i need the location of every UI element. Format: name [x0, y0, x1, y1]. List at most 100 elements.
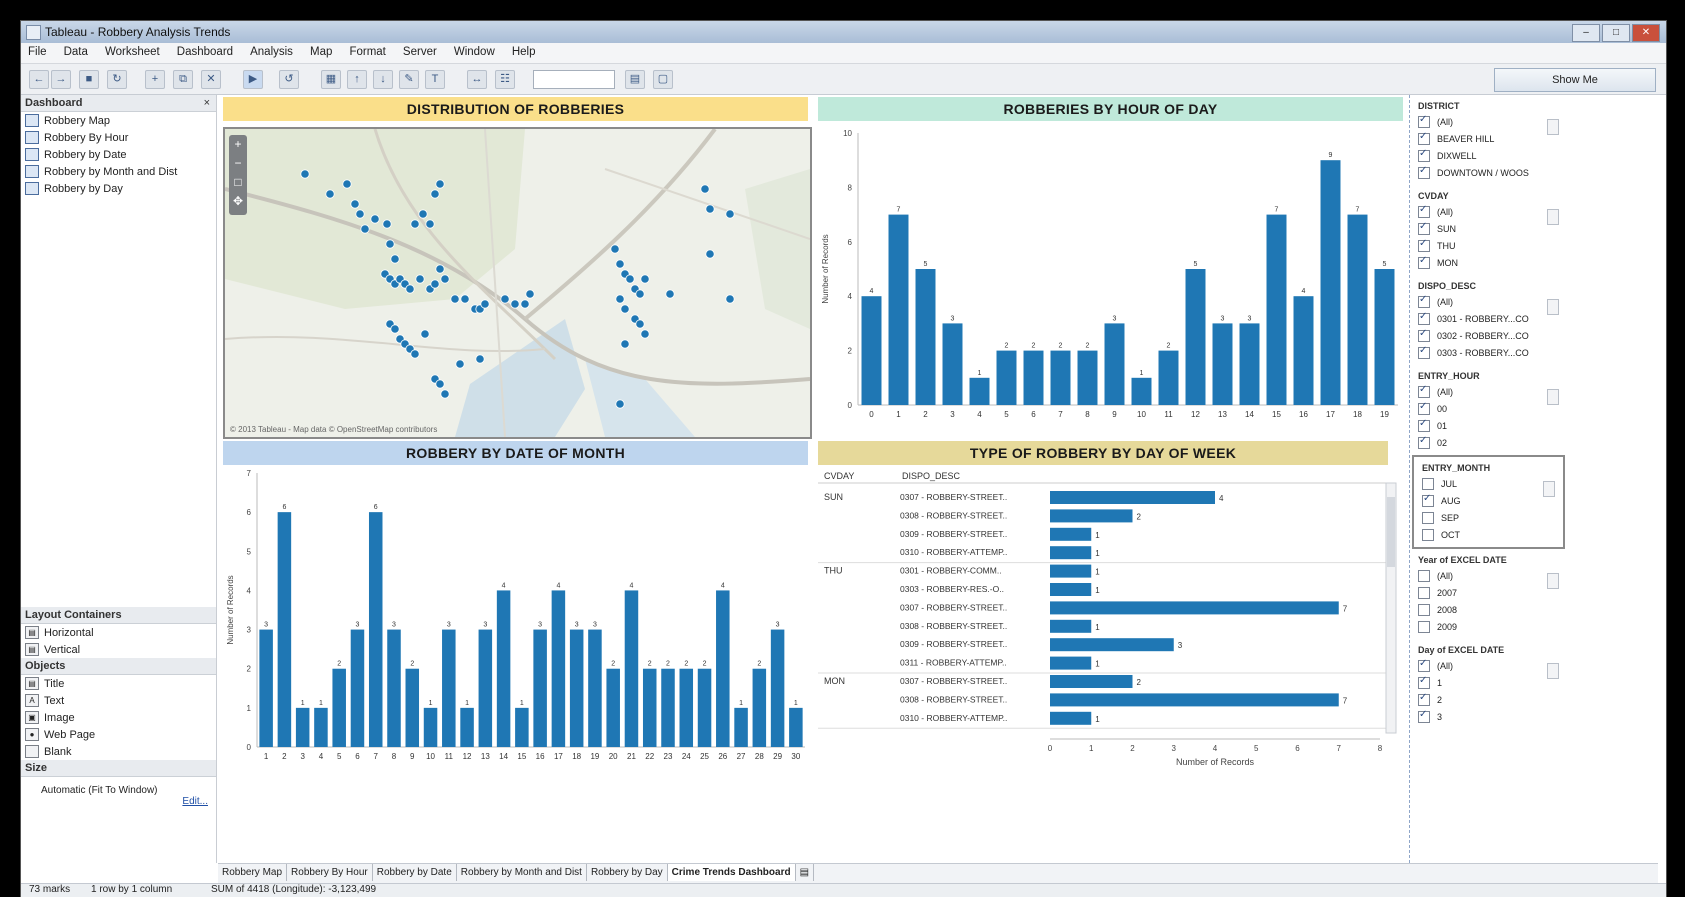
- show-me-button[interactable]: Show Me: [1494, 68, 1656, 92]
- filter-checkbox[interactable]: [1418, 709, 1430, 723]
- hour-bar-chart[interactable]: 0246810Number of Records 4071523314252627…: [818, 123, 1403, 435]
- layout-vertical-item[interactable]: ▤ Vertical: [21, 641, 216, 658]
- pan-icon[interactable]: ✥: [229, 192, 247, 211]
- automatic-update-icon[interactable]: ▶: [243, 70, 263, 89]
- filter-option[interactable]: 01: [1418, 417, 1559, 434]
- filter-checkbox[interactable]: [1418, 165, 1430, 179]
- filter-option[interactable]: (All): [1418, 657, 1559, 674]
- show-hide-cards-icon[interactable]: ▤: [625, 70, 645, 89]
- menu-format[interactable]: Format: [342, 43, 392, 61]
- filter-scrollbar[interactable]: [1543, 481, 1555, 497]
- filter-option[interactable]: 3: [1418, 708, 1559, 725]
- filter-option[interactable]: 0301 - ROBBERY...CO: [1418, 310, 1559, 327]
- edit-size-link[interactable]: Edit...: [21, 796, 216, 807]
- size-value[interactable]: Automatic (Fit To Window): [21, 777, 216, 796]
- filter-checkbox[interactable]: [1418, 131, 1430, 145]
- date-bar-chart[interactable]: 01234567Number of Records 316213142536673…: [223, 467, 808, 775]
- filter-checkbox[interactable]: [1418, 148, 1430, 162]
- filter-checkbox[interactable]: [1418, 418, 1430, 432]
- menu-map[interactable]: Map: [303, 43, 339, 61]
- run-update-icon[interactable]: ↺: [279, 70, 299, 89]
- filter-checkbox[interactable]: [1418, 221, 1430, 235]
- filter-option[interactable]: BEAVER HILL: [1418, 130, 1559, 147]
- filter-option[interactable]: (All): [1418, 567, 1559, 584]
- new-sheet-icon[interactable]: +: [145, 70, 165, 89]
- layout-horizontal-item[interactable]: ▤ Horizontal: [21, 624, 216, 641]
- filter-option[interactable]: 0303 - ROBBERY...CO: [1418, 344, 1559, 361]
- filter-option[interactable]: 02: [1418, 434, 1559, 451]
- sort-descending-icon[interactable]: ↓: [373, 70, 393, 89]
- filter-option[interactable]: AUG: [1422, 492, 1555, 509]
- duplicate-sheet-icon[interactable]: ⧉: [173, 70, 193, 89]
- maximize-button[interactable]: □: [1602, 24, 1630, 42]
- type-bar-chart[interactable]: CVDAY DISPO_DESC SUN 0307 - ROBBERY-STREET.…: [818, 467, 1403, 772]
- sheet-item[interactable]: Robbery by Day: [21, 180, 216, 197]
- group-icon[interactable]: ▦: [321, 70, 341, 89]
- fix-axes-icon[interactable]: ☷: [495, 70, 515, 89]
- robbery-map[interactable]: + − □ ✥ © 2013 Tableau - Map data © Open…: [223, 127, 812, 439]
- filter-option[interactable]: MON: [1418, 254, 1559, 271]
- filter-scrollbar[interactable]: [1547, 209, 1559, 225]
- sheet-item[interactable]: Robbery By Hour: [21, 129, 216, 146]
- close-panel-icon[interactable]: ×: [204, 97, 210, 109]
- filter-checkbox[interactable]: [1418, 586, 1430, 599]
- filter-option[interactable]: DIXWELL: [1418, 147, 1559, 164]
- menu-data[interactable]: Data: [57, 43, 95, 61]
- filter-scrollbar[interactable]: [1547, 663, 1559, 679]
- filter-option[interactable]: (All): [1418, 113, 1559, 130]
- tab-crime-trends-dashboard[interactable]: Crime Trends Dashboard: [667, 864, 796, 881]
- filter-checkbox[interactable]: [1418, 114, 1430, 128]
- filter-checkbox[interactable]: [1418, 238, 1430, 252]
- menu-analysis[interactable]: Analysis: [243, 43, 300, 61]
- filter-checkbox[interactable]: [1418, 255, 1430, 269]
- labels-icon[interactable]: T: [425, 70, 445, 89]
- fit-dropdown[interactable]: [533, 70, 615, 89]
- filter-checkbox[interactable]: [1418, 675, 1430, 689]
- object-blank-item[interactable]: Blank: [21, 743, 216, 760]
- filter-option[interactable]: 2008: [1418, 601, 1559, 618]
- object-title-item[interactable]: ▤ Title: [21, 675, 216, 692]
- filter-option[interactable]: OCT: [1422, 526, 1555, 543]
- filter-checkbox[interactable]: [1418, 311, 1430, 325]
- menu-server[interactable]: Server: [396, 43, 444, 61]
- menu-file[interactable]: File: [21, 43, 54, 61]
- filter-option[interactable]: 2007: [1418, 584, 1559, 601]
- filter-option[interactable]: JUL: [1422, 475, 1555, 492]
- filter-option[interactable]: 1: [1418, 674, 1559, 691]
- filter-option[interactable]: (All): [1418, 383, 1559, 400]
- new-dashboard-tab-icon[interactable]: ▤: [796, 864, 815, 881]
- presentation-mode-icon[interactable]: ▢: [653, 70, 673, 89]
- filter-checkbox[interactable]: [1418, 345, 1430, 359]
- minimize-button[interactable]: –: [1572, 24, 1600, 42]
- zoom-out-icon[interactable]: −: [229, 154, 247, 173]
- filter-checkbox[interactable]: [1418, 620, 1430, 633]
- filter-checkbox[interactable]: [1418, 384, 1430, 398]
- filter-checkbox[interactable]: [1422, 477, 1434, 490]
- zoom-area-icon[interactable]: □: [229, 173, 247, 192]
- connect-data-icon[interactable]: ↻: [107, 70, 127, 89]
- filter-option[interactable]: 2009: [1418, 618, 1559, 635]
- filter-option[interactable]: (All): [1418, 203, 1559, 220]
- filter-checkbox[interactable]: [1418, 692, 1430, 706]
- fit-icon[interactable]: ↔: [467, 70, 487, 89]
- filter-option[interactable]: SEP: [1422, 509, 1555, 526]
- filter-checkbox[interactable]: [1422, 511, 1434, 524]
- filter-checkbox[interactable]: [1418, 603, 1430, 616]
- save-icon[interactable]: ■: [79, 70, 99, 89]
- filter-checkbox[interactable]: [1418, 328, 1430, 342]
- clear-sheet-icon[interactable]: ✕: [201, 70, 221, 89]
- tab-robbery-by-month-and-dist[interactable]: Robbery by Month and Dist: [457, 864, 587, 881]
- filter-option[interactable]: (All): [1418, 293, 1559, 310]
- menu-help[interactable]: Help: [505, 43, 543, 61]
- filter-checkbox[interactable]: [1418, 401, 1430, 415]
- sort-ascending-icon[interactable]: ↑: [347, 70, 367, 89]
- filter-scrollbar[interactable]: [1547, 299, 1559, 315]
- filter-scrollbar[interactable]: [1547, 389, 1559, 405]
- tab-robbery-by-day[interactable]: Robbery by Day: [587, 864, 668, 881]
- filter-scrollbar[interactable]: [1547, 119, 1559, 135]
- filter-option[interactable]: SUN: [1418, 220, 1559, 237]
- object-webpage-item[interactable]: ● Web Page: [21, 726, 216, 743]
- sheet-item[interactable]: Robbery by Date: [21, 146, 216, 163]
- filter-checkbox[interactable]: [1418, 204, 1430, 218]
- object-image-item[interactable]: ▣ Image: [21, 709, 216, 726]
